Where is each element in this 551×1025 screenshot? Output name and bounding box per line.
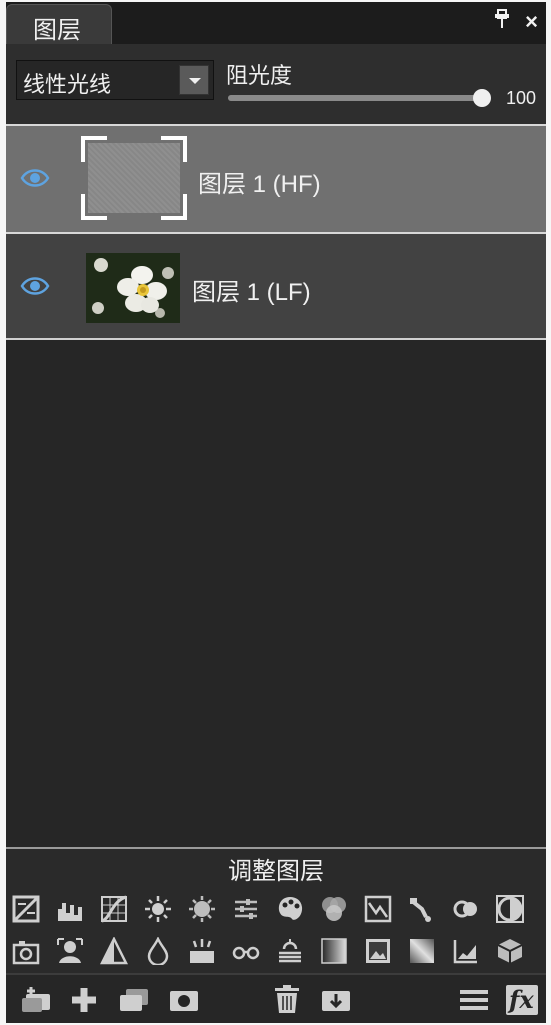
opacity-label: 阻光度 <box>226 63 293 88</box>
sliders-icon[interactable] <box>232 895 260 923</box>
channel-mixer-icon[interactable] <box>452 895 480 923</box>
layers-toolbar: fx <box>6 973 546 1023</box>
image-icon[interactable] <box>364 937 392 965</box>
portrait-icon[interactable] <box>56 937 84 965</box>
adjustment-layers-section: 调整图层 fx <box>6 847 546 1023</box>
blend-mode-select[interactable]: 线性光线 <box>16 60 214 100</box>
sparkle-icon[interactable] <box>188 937 216 965</box>
curves-icon[interactable] <box>100 895 128 923</box>
fx-icon[interactable]: fx <box>506 985 538 1015</box>
chevron-down-icon[interactable] <box>179 65 209 95</box>
selection-corner <box>161 136 187 162</box>
new-layer-icon[interactable] <box>20 985 52 1015</box>
add-icon[interactable] <box>68 985 100 1015</box>
graph-icon[interactable] <box>452 937 480 965</box>
selection-corner <box>81 136 107 162</box>
cube-icon[interactable] <box>496 937 524 965</box>
layer-thumbnail-hf <box>81 136 187 220</box>
gradient-map-icon[interactable] <box>320 937 348 965</box>
glasses-icon[interactable] <box>232 937 260 965</box>
invert-icon[interactable] <box>496 895 524 923</box>
brightness-icon[interactable] <box>144 895 172 923</box>
pin-icon[interactable] <box>493 8 511 41</box>
layer-name: 图层 1 (HF) <box>198 171 321 198</box>
opacity-slider-thumb[interactable] <box>473 89 491 107</box>
delete-icon[interactable] <box>271 985 303 1015</box>
eye-icon[interactable] <box>20 166 50 190</box>
layer-list: 图层 1 (HF) 图层 1 (LF) <box>6 124 546 844</box>
layer-controls: 线性光线 阻光度 100 <box>6 44 546 125</box>
panel-controls: × <box>493 8 538 41</box>
drop-icon[interactable] <box>144 937 172 965</box>
haze-icon[interactable] <box>276 937 304 965</box>
layer-thumbnail-lf <box>86 253 180 323</box>
layer-name: 图层 1 (LF) <box>192 279 311 306</box>
merge-down-icon[interactable] <box>320 985 352 1015</box>
adjustment-row-1 <box>6 893 546 927</box>
selection-corner <box>161 194 187 220</box>
levels-icon[interactable] <box>56 895 84 923</box>
tab-layers[interactable]: 图层 <box>6 4 112 44</box>
menu-icon[interactable] <box>458 985 490 1015</box>
opacity-slider-fill <box>228 95 490 101</box>
duplicate-layer-icon[interactable] <box>118 985 150 1015</box>
threshold-icon[interactable] <box>100 937 128 965</box>
tab-layers-label: 图层 <box>33 17 81 44</box>
eye-icon[interactable] <box>20 274 50 298</box>
color-balance-icon[interactable] <box>320 895 348 923</box>
fx-label: fx <box>509 985 534 1014</box>
hdr-icon[interactable] <box>364 895 392 923</box>
sun-icon[interactable] <box>188 895 216 923</box>
adjustment-row-2 <box>6 935 546 969</box>
palette-icon[interactable] <box>276 895 304 923</box>
adjustment-title: 调整图层 <box>228 858 324 885</box>
mask-icon[interactable] <box>168 985 200 1015</box>
layer-row-lf[interactable]: 图层 1 (LF) <box>6 232 546 340</box>
layers-panel: 图层 × 线性光线 阻光度 100 图层 1 (HF) 图层 1 (LF) 调整… <box>6 2 546 1023</box>
opacity-value: 100 <box>506 88 537 108</box>
selection-corner <box>81 194 107 220</box>
exposure-icon[interactable] <box>12 895 40 923</box>
pin-icon-glyph <box>495 9 510 28</box>
dropper-icon[interactable] <box>408 895 436 923</box>
tab-bar: 图层 × <box>6 2 546 44</box>
flower-thumbnail-image <box>86 253 180 323</box>
opacity-slider-track[interactable] <box>228 95 490 101</box>
layer-row-hf[interactable]: 图层 1 (HF) <box>6 124 546 232</box>
camera-icon[interactable] <box>12 937 40 965</box>
close-icon[interactable]: × <box>525 8 538 41</box>
blend-mode-value: 线性光线 <box>23 72 112 97</box>
gradient-icon[interactable] <box>408 937 436 965</box>
